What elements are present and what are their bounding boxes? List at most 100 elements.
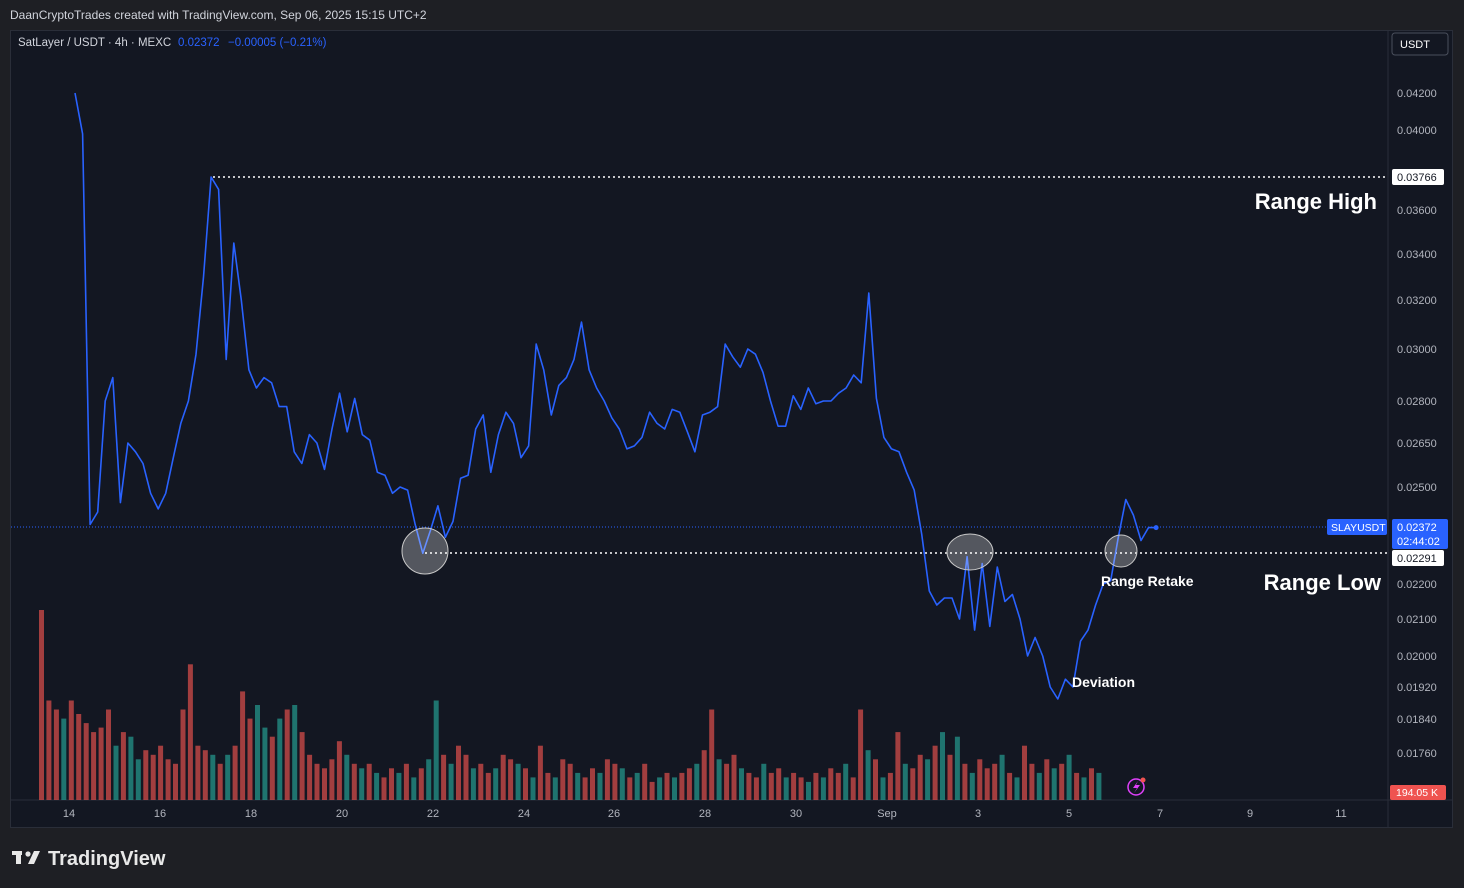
tradingview-logo-icon: [12, 851, 40, 864]
volume-bar: [977, 759, 983, 800]
price-tick-label: 0.02200: [1397, 579, 1437, 591]
price-tick-label: 0.01920: [1397, 682, 1437, 694]
volume-bar: [202, 750, 208, 800]
volume-bar: [783, 777, 789, 800]
volume-bar: [158, 745, 164, 800]
volume-bar: [604, 759, 610, 800]
volume-bar: [448, 763, 454, 800]
volume-bar: [411, 777, 417, 800]
highlight-circles: [401, 527, 1138, 575]
volume-bar: [612, 763, 618, 800]
highlight-circle-3: [1104, 534, 1138, 568]
price-tick-label: 0.03200: [1397, 295, 1437, 307]
volume-bar: [813, 772, 819, 800]
volume-bar: [322, 768, 327, 800]
highlight-circle-1: [401, 527, 449, 575]
volume-bar: [91, 732, 97, 800]
volume-bar: [917, 754, 923, 800]
volume-bar: [873, 759, 878, 800]
volume-bar: [374, 772, 380, 800]
volume-bar: [932, 745, 938, 800]
time-tick-label: 30: [790, 808, 802, 820]
volume-bar: [642, 763, 648, 800]
volume-bar: [523, 768, 528, 800]
volume-bar: [679, 772, 685, 800]
volume-bar: [925, 759, 931, 800]
volume-bar: [418, 768, 424, 800]
volume-bar: [396, 772, 402, 800]
price-chart[interactable]: 0.04200 0.04000 0.03600 0.03400 0.03200 0.030…: [0, 0, 1464, 888]
volume-bar: [880, 777, 886, 800]
volume-bar: [1089, 768, 1094, 800]
volume-bar: [649, 781, 655, 800]
volume-bar: [269, 736, 275, 800]
legend-symbol[interactable]: SatLayer / USDT · 4h · MEXC: [18, 37, 171, 49]
notification-dot: [1140, 777, 1146, 783]
time-tick-label: 18: [245, 808, 257, 820]
price-tick-label: 0.03000: [1397, 344, 1437, 356]
price-tick-label: 0.03600: [1397, 205, 1437, 217]
volume-bar: [150, 754, 156, 800]
volume-bar: [940, 732, 945, 800]
volume-bar: [128, 736, 134, 800]
time-tick-label: 28: [699, 808, 711, 820]
volume-bar: [969, 772, 975, 800]
time-tick-label: 16: [154, 808, 166, 820]
price-axis-ticks: 0.04200 0.04000 0.03600 0.03400 0.03200 0.030…: [1397, 88, 1437, 760]
volume-bar: [478, 763, 484, 800]
volume-bar: [619, 768, 625, 800]
volume-bar: [634, 772, 640, 800]
time-tick-label: Sep: [877, 808, 897, 820]
volume-bar: [307, 754, 313, 800]
volume-bar: [858, 709, 864, 800]
price-series-line: [74, 92, 1157, 700]
price-tick-label: 0.02000: [1397, 651, 1437, 663]
volume-bar: [262, 727, 268, 800]
lightning-icon-bolt: [1133, 781, 1140, 793]
volume-bar: [984, 768, 990, 800]
volume-bar: [835, 772, 841, 800]
volume-bar: [83, 723, 89, 800]
volume-bar: [820, 777, 826, 800]
volume-bar: [552, 777, 558, 800]
price-tick-label: 0.03400: [1397, 249, 1437, 261]
volume-bar: [433, 700, 439, 800]
volume-bar: [1036, 772, 1042, 800]
volume-bar: [753, 777, 759, 800]
brand-name: TradingView: [48, 848, 166, 870]
volume-bar: [1029, 763, 1035, 800]
time-tick-label: 11: [1335, 808, 1346, 820]
volume-bar: [46, 700, 52, 800]
volume-bar: [68, 700, 74, 800]
volume-bar: [351, 763, 357, 800]
time-tick-label: 14: [63, 808, 75, 820]
annotation-range-high: Range High: [1255, 189, 1377, 214]
volume-bar: [716, 759, 722, 800]
volume-bar: [366, 763, 372, 800]
volume-bar: [590, 768, 595, 800]
volume-bar: [247, 718, 253, 800]
volume-bar: [724, 763, 730, 800]
time-tick-label: 20: [336, 808, 348, 820]
volume-bar: [843, 763, 849, 800]
volume-bar: [768, 772, 774, 800]
annotation-deviation: Deviation: [1072, 674, 1135, 690]
volume-bar: [165, 759, 171, 800]
volume-bar: [292, 705, 298, 800]
volume-bar: [1007, 772, 1013, 800]
volume-bar: [686, 768, 692, 800]
volume-bar: [999, 754, 1005, 800]
volume-bar: [344, 754, 350, 800]
volume-bar: [962, 763, 968, 800]
volume-bar: [255, 705, 260, 800]
time-axis-ticks: 14 16 18 20 22 24 26 28 30 Sep 3 5 7 9 11: [63, 808, 1347, 820]
volume-bar: [277, 718, 283, 800]
volume-bar: [225, 754, 231, 800]
price-tick-label: 0.02800: [1397, 396, 1437, 408]
volume-bar: [992, 763, 998, 800]
volume-bar: [500, 754, 506, 800]
volume-bar: [582, 777, 588, 800]
volume-bar: [1051, 768, 1057, 800]
volume-bar: [106, 709, 111, 800]
volume-bar: [463, 754, 469, 800]
